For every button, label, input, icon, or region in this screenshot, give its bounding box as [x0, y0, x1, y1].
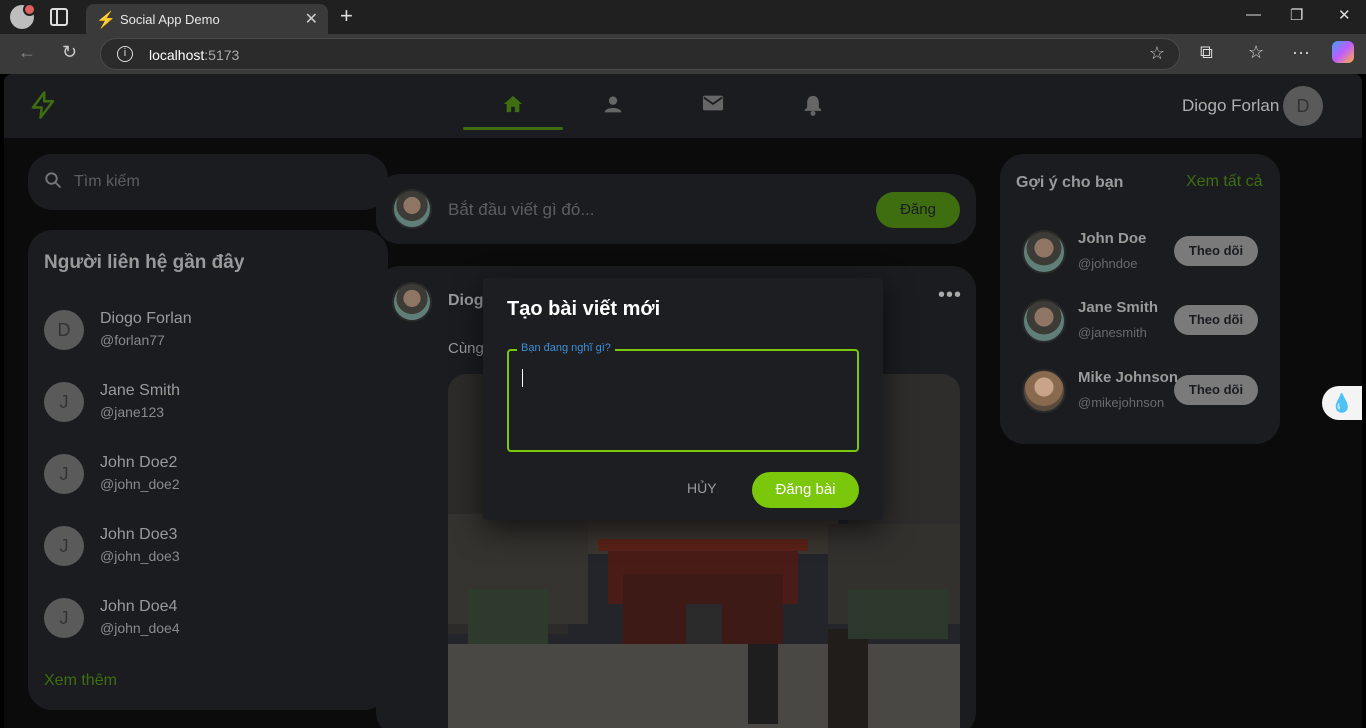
contact-item[interactable]: J John Doe4 @john_doe4 — [44, 593, 364, 643]
tab-title: Social App Demo — [120, 12, 220, 27]
browser-tab[interactable]: ⚡ Social App Demo ✕ — [86, 4, 328, 34]
nav-mail-icon[interactable] — [663, 94, 763, 118]
contact-handle: @john_doe4 — [100, 620, 180, 636]
suggestion-item: John Doe @johndoe Theo dõi — [1022, 230, 1272, 278]
back-icon[interactable]: ← — [18, 42, 36, 63]
bolt-favicon-icon: ⚡ — [96, 12, 116, 29]
see-all-link[interactable]: Xem tất cả — [1186, 173, 1262, 191]
restore-icon[interactable]: ❐ — [1290, 6, 1303, 24]
suggestion-name[interactable]: Jane Smith — [1078, 299, 1158, 316]
water-drop-icon[interactable]: 💧 — [1322, 386, 1362, 420]
contact-handle: @john_doe3 — [100, 548, 180, 564]
suggestions-title: Gợi ý cho bạn — [1016, 174, 1124, 191]
tab-close-icon[interactable]: ✕ — [305, 9, 318, 29]
textarea-label: Bạn đang nghĩ gì? — [517, 342, 615, 354]
suggestions-panel: Gợi ý cho bạn Xem tất cả John Doe @johnd… — [1000, 154, 1280, 444]
contact-name: John Doe4 — [100, 598, 178, 615]
see-more-link[interactable]: Xem thêm — [44, 672, 117, 690]
url-text: localhost:5173 — [149, 47, 239, 63]
contact-avatar: J — [44, 454, 84, 494]
contact-item[interactable]: J John Doe3 @john_doe3 — [44, 521, 364, 571]
browser-profile-icon[interactable] — [10, 3, 36, 29]
suggestion-avatar[interactable] — [1022, 369, 1066, 413]
search-box[interactable]: Tìm kiếm — [28, 154, 388, 210]
nav-profile-icon[interactable] — [563, 94, 663, 120]
suggestion-item: Jane Smith @janesmith Theo dõi — [1022, 299, 1272, 347]
bolt-logo-icon[interactable] — [28, 90, 58, 126]
post-more-icon[interactable]: ••• — [938, 284, 962, 307]
nav-home-icon[interactable] — [463, 94, 563, 120]
contact-name: John Doe3 — [100, 526, 178, 543]
composer-avatar — [392, 189, 432, 229]
more-menu-icon[interactable]: ··· — [1292, 42, 1310, 63]
app-header: Diogo Forlan D — [4, 74, 1362, 138]
suggestion-name[interactable]: John Doe — [1078, 230, 1146, 247]
suggestion-handle: @mikejohnson — [1078, 395, 1165, 410]
url-port: :5173 — [204, 47, 240, 63]
contact-handle: @jane123 — [100, 404, 165, 420]
suggestion-avatar[interactable] — [1022, 299, 1066, 343]
cancel-button[interactable]: HỦY — [687, 480, 717, 496]
suggestion-avatar[interactable] — [1022, 230, 1066, 274]
minimize-icon[interactable]: — — [1246, 6, 1261, 23]
text-caret — [522, 369, 523, 387]
tab-actions-icon[interactable] — [50, 8, 68, 26]
follow-button[interactable]: Theo dõi — [1174, 305, 1258, 335]
contact-item[interactable]: J John Doe2 @john_doe2 — [44, 449, 364, 499]
nav-notifications-icon[interactable] — [763, 94, 863, 122]
contact-avatar: J — [44, 526, 84, 566]
contact-handle: @forlan77 — [100, 332, 165, 348]
favorite-star-icon[interactable]: ☆ — [1149, 43, 1165, 64]
address-bar[interactable]: i localhost:5173 ☆ — [100, 38, 1180, 70]
copilot-icon[interactable] — [1332, 41, 1354, 63]
post-caption: Cùng — [448, 340, 484, 357]
composer-input[interactable]: Bắt đầu viết gì đó... — [448, 200, 594, 220]
contact-handle: @john_doe2 — [100, 476, 180, 492]
contact-avatar: J — [44, 382, 84, 422]
recent-contacts-title: Người liên hệ gần đây — [44, 252, 245, 273]
follow-button[interactable]: Theo dõi — [1174, 375, 1258, 405]
contact-item[interactable]: J Jane Smith @jane123 — [44, 377, 364, 427]
browser-tabbar: ⚡ Social App Demo ✕ + — ❐ ✕ — [0, 0, 1366, 34]
header-username[interactable]: Diogo Forlan — [1182, 96, 1279, 116]
suggestion-item: Mike Johnson @mikejohnson Theo dõi — [1022, 369, 1272, 417]
suggestion-handle: @johndoe — [1078, 256, 1138, 271]
browser-toolbar: ← ↻ i localhost:5173 ☆ ⧉ ☆ ··· — [0, 34, 1366, 74]
header-avatar[interactable]: D — [1283, 86, 1323, 126]
extensions-icon[interactable]: ⧉ — [1200, 42, 1213, 63]
contact-name: John Doe2 — [100, 454, 178, 471]
reload-icon[interactable]: ↻ — [62, 42, 77, 63]
recent-contacts-panel: Người liên hệ gần đây D Diogo Forlan @fo… — [28, 230, 388, 710]
search-input[interactable]: Tìm kiếm — [74, 173, 140, 191]
create-post-dialog: Tạo bài viết mới Bạn đang nghĩ gì? HỦY Đ… — [483, 278, 883, 520]
contact-avatar: J — [44, 598, 84, 638]
suggestion-name[interactable]: Mike Johnson — [1078, 369, 1178, 386]
dialog-title: Tạo bài viết mới — [507, 298, 661, 320]
site-info-icon[interactable]: i — [117, 46, 133, 62]
new-tab-icon[interactable]: + — [340, 3, 353, 29]
window-close-icon[interactable]: ✕ — [1338, 6, 1351, 24]
url-host: localhost — [149, 47, 205, 63]
search-icon — [44, 171, 62, 194]
favorites-icon[interactable]: ☆ — [1248, 42, 1264, 63]
post-composer: Bắt đầu viết gì đó... Đăng — [376, 174, 976, 244]
post-content-textarea[interactable]: Bạn đang nghĩ gì? — [507, 342, 859, 452]
contact-name: Diogo Forlan — [100, 310, 192, 327]
composer-post-button[interactable]: Đăng — [876, 192, 960, 228]
submit-post-button[interactable]: Đăng bài — [752, 472, 859, 508]
suggestion-handle: @janesmith — [1078, 325, 1147, 340]
contact-name: Jane Smith — [100, 382, 181, 399]
active-nav-indicator — [463, 127, 563, 130]
post-author-avatar[interactable] — [392, 282, 432, 322]
follow-button[interactable]: Theo dõi — [1174, 236, 1258, 266]
contact-avatar: D — [44, 310, 84, 350]
contact-item[interactable]: D Diogo Forlan @forlan77 — [44, 305, 364, 355]
